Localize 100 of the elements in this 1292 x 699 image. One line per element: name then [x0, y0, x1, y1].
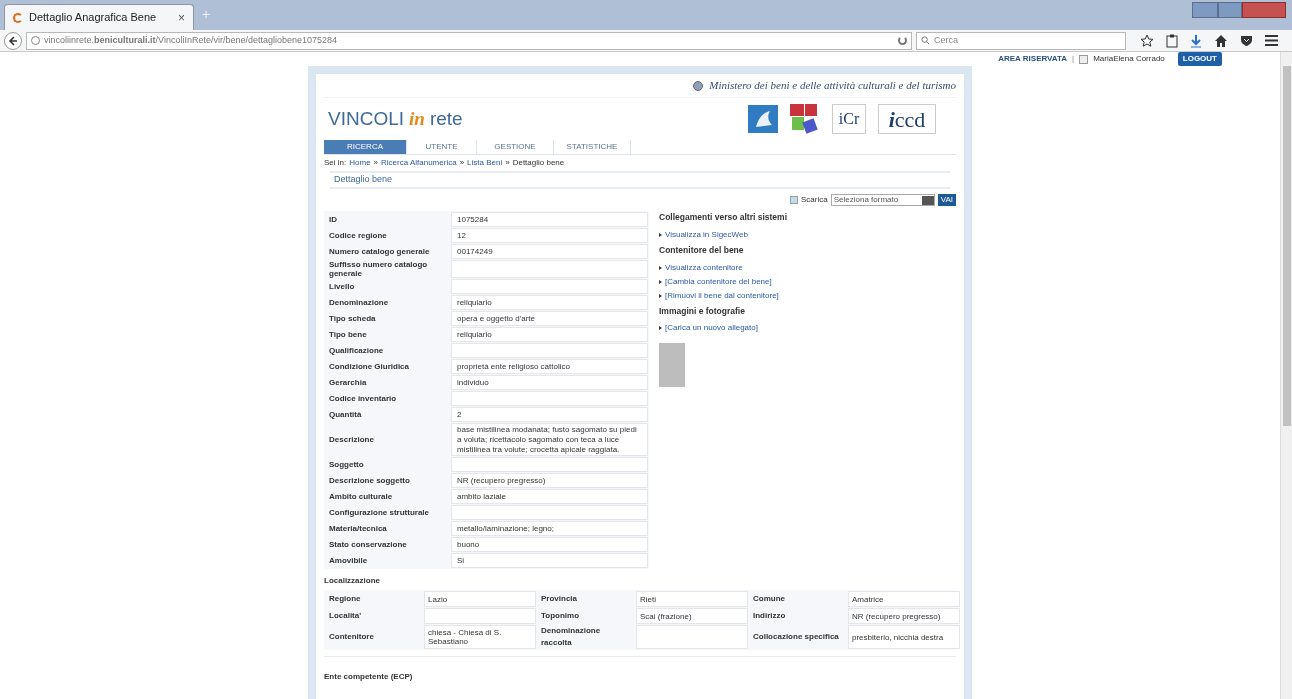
home-icon[interactable]: [1214, 34, 1228, 47]
field-label: Amovibile: [328, 555, 369, 568]
loading-icon: [13, 12, 23, 23]
shield-icon[interactable]: [1240, 34, 1253, 47]
nav-tab[interactable]: RICERCA: [324, 140, 407, 154]
field-value: Amatrice: [848, 591, 960, 608]
breadcrumb-link[interactable]: Lista Beni: [467, 157, 503, 169]
menu-icon[interactable]: [1265, 35, 1278, 46]
ministry-title: Ministero dei beni e delle attività culturali e del turismo: [709, 78, 956, 94]
field-label: Qualificazione: [328, 345, 385, 358]
field-label: Materia/tecnica: [328, 523, 388, 536]
bullet-icon: [659, 265, 662, 270]
breadcrumb-separator: »: [505, 157, 510, 169]
back-button[interactable]: [4, 31, 22, 50]
bullet-icon: [659, 326, 662, 331]
link[interactable]: [Rimuovi il bene dal contenitore]: [665, 289, 779, 302]
download-icon[interactable]: [1190, 33, 1202, 48]
dropdown-icon: [921, 195, 934, 205]
breadcrumb-separator: »: [373, 157, 379, 169]
back-arrow-icon: [8, 35, 18, 46]
search-field[interactable]: Cerca: [916, 31, 1126, 50]
field-label: Codice inventario: [328, 393, 398, 406]
reserved-area-link[interactable]: AREA RISERVATA: [998, 53, 1068, 65]
user-name: MariaElena Corrado: [1093, 53, 1165, 65]
field-value: 2: [451, 407, 648, 423]
breadcrumb-current: Dettaglio bene: [512, 157, 565, 169]
browser-tab[interactable]: Dettaglio Anagrafica Bene ×: [4, 4, 194, 30]
field-label: Numero catalogo generale: [328, 245, 431, 258]
field-value: Scai (frazione): [636, 608, 748, 625]
field-value: Rieti: [636, 591, 748, 608]
field-value: NR (recupero pregresso): [848, 608, 960, 625]
field-label: Denominazione: [328, 297, 390, 310]
breadcrumb-separator: »: [459, 157, 465, 169]
field-label: Codice regione: [328, 229, 388, 242]
field-label: Descrizione soggetto: [328, 475, 411, 488]
field-label: Soggetto: [328, 459, 365, 472]
field-value: opera e oggetto d'arte: [451, 311, 648, 327]
field-label: Quantità: [328, 409, 363, 422]
figure-logo-icon: [748, 105, 778, 133]
breadcrumb-label: Sei in:: [324, 157, 347, 169]
bullet-icon: [659, 279, 662, 284]
iccd-logo: iccd: [878, 104, 936, 134]
separator: |: [1072, 53, 1075, 65]
field-label: Configurazione strutturale: [328, 507, 430, 520]
logout-button[interactable]: LOGOUT: [1177, 52, 1222, 66]
field-label: Regione: [328, 593, 362, 606]
field-label: Denominazione raccolta: [540, 625, 602, 650]
field-label: Contenitore: [328, 631, 375, 644]
field-value: reliquiario: [451, 327, 648, 343]
field-label: Descrizione: [328, 434, 375, 447]
user-icon: [1079, 54, 1089, 64]
field-label: Collocazione specifica: [752, 631, 840, 644]
clipboard-icon[interactable]: [1166, 33, 1178, 48]
field-label: ID: [328, 213, 338, 226]
format-select[interactable]: Seleziona formato: [830, 194, 935, 206]
field-label: Ambito culturale: [328, 491, 394, 504]
field-value: proprietà ente religioso cattolico: [451, 359, 648, 375]
field-label: Indirizzo: [752, 610, 787, 623]
field-label: Condizione Giuridica: [328, 361, 410, 374]
link[interactable]: Visualizza contenitore: [665, 261, 743, 274]
field-label: Provincia: [540, 593, 578, 606]
section-title: Contenitore del bene: [659, 243, 745, 257]
go-button[interactable]: VAI: [937, 194, 956, 206]
url-field[interactable]: vincoliinrete.beniculturali.it/VincoliInRete/vir/bene/dettagliobene1075284: [26, 31, 912, 50]
field-value: NR (recupero pregresso): [451, 473, 648, 489]
bookmark-star-icon[interactable]: [1140, 33, 1154, 48]
field-label: Localita': [328, 610, 363, 623]
field-value: ambito laziale: [451, 489, 648, 505]
icr-logo: iCr: [832, 104, 866, 134]
reload-icon[interactable]: [898, 36, 907, 45]
field-label: Comune: [752, 593, 786, 606]
field-value: Si: [451, 553, 648, 569]
link[interactable]: Visualizza in SigecWeb: [665, 228, 748, 241]
bullet-icon: [659, 293, 662, 298]
field-value: individuo: [451, 375, 648, 391]
field-value: 12: [451, 228, 648, 243]
field-value: base mistilinea modanata; fusto sagomato su piedi a voluta; ricettacolo sagomato con teca a luce mistilinea tra volute; crocetta apicale raggiata.: [451, 423, 648, 457]
colored-blocks-logo-icon: [790, 104, 820, 134]
field-value: metallo/laminazione; legno;: [451, 521, 648, 537]
section-title: Localizzazione: [324, 575, 381, 588]
field-label: Suffisso numero catalogo generale: [328, 260, 429, 279]
link[interactable]: [Cambia contenitore del bene]: [665, 275, 772, 288]
link[interactable]: [Carica un nuovo allegato]: [665, 322, 758, 335]
field-value: presbiterio, nicchia destra: [848, 625, 960, 650]
download-icon: [790, 196, 798, 204]
section-title: Immagini e fotografie: [659, 304, 746, 318]
field-value: chiesa - Chiesa di S. Sebastiano: [424, 625, 536, 650]
field-label: Tipo bene: [328, 329, 368, 342]
field-value: Lazio: [424, 591, 536, 608]
field-label: Toponimo: [540, 610, 581, 623]
breadcrumb-link[interactable]: Ricerca Alfanumerica: [381, 157, 457, 169]
field-label: Livello: [328, 281, 356, 294]
search-icon: [921, 36, 930, 45]
breadcrumb-link[interactable]: Home: [349, 157, 371, 169]
scrollbar[interactable]: [1280, 52, 1292, 699]
photo-placeholder: [659, 343, 685, 388]
tab-close[interactable]: ×: [178, 8, 185, 27]
field-label: Gerarchia: [328, 377, 368, 390]
download-label: Scarica: [801, 194, 828, 206]
field-label: Stato conservazione: [328, 539, 408, 552]
